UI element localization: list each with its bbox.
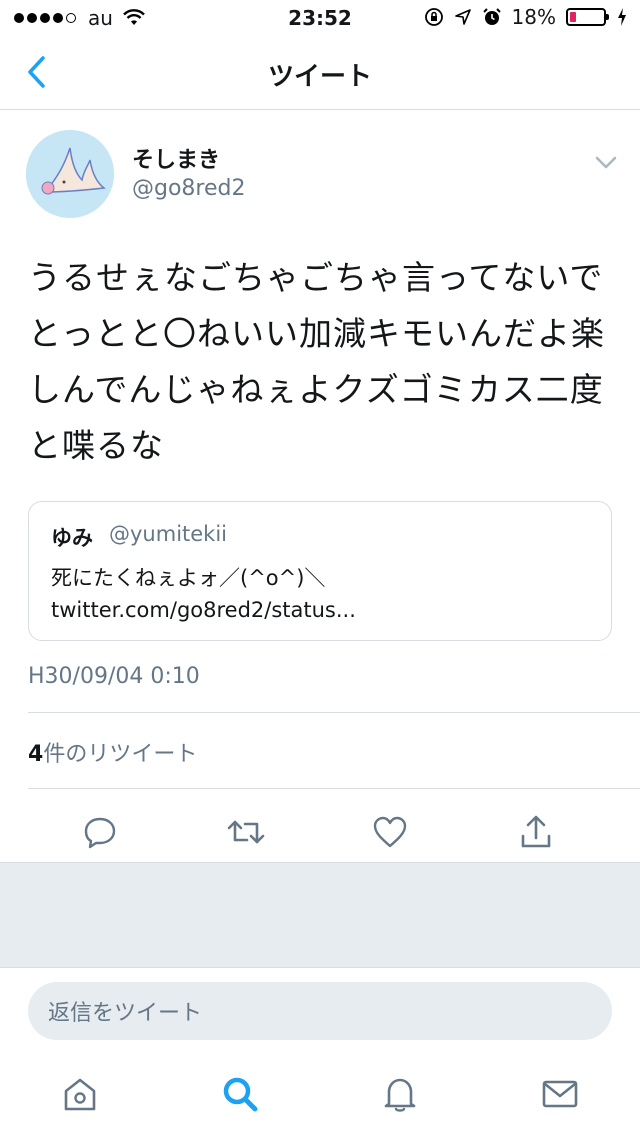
search-icon — [223, 1077, 258, 1112]
divider — [28, 788, 640, 789]
retweet-icon — [227, 820, 265, 844]
alarm-icon — [482, 8, 501, 25]
reply-placeholder: 返信をツイート — [48, 1001, 203, 1026]
reply-bar: 返信をツイート — [0, 968, 640, 1050]
tab-search[interactable] — [218, 1072, 262, 1116]
tab-messages[interactable] — [538, 1072, 582, 1116]
orientation-lock-icon — [424, 8, 443, 26]
heart-icon — [373, 816, 407, 848]
retweet-count-label: 件のリツイート — [43, 742, 198, 767]
quoted-tweet-card[interactable]: ゆみ @yumitekii 死にたくねぇよォ／(^o^)＼ twitter.co… — [28, 501, 612, 641]
tweet-timestamp: H30/09/04 0:10 — [28, 664, 200, 689]
content-spacer — [0, 862, 640, 968]
battery-percent: 18% — [511, 5, 556, 29]
share-icon — [521, 815, 551, 848]
home-icon — [64, 1078, 96, 1111]
tab-notifications[interactable] — [378, 1072, 422, 1116]
quoted-tweet-text: 死にたくねぇよォ／(^o^)＼ twitter.com/go8red2/stat… — [51, 566, 356, 622]
retweet-count[interactable]: 4件のリツイート — [28, 736, 197, 768]
tab-home[interactable] — [58, 1072, 102, 1116]
divider — [28, 712, 640, 713]
retweet-count-number: 4 — [28, 742, 44, 767]
tab-bar — [0, 1050, 640, 1138]
tweet-menu-button[interactable] — [592, 150, 620, 174]
messages-icon — [542, 1080, 578, 1108]
reply-icon — [84, 817, 116, 849]
share-button[interactable] — [514, 810, 558, 854]
reply-button[interactable] — [78, 810, 122, 854]
quoted-display-name: ゆみ — [51, 526, 93, 550]
location-icon — [454, 9, 471, 25]
charging-bolt-icon — [618, 8, 626, 26]
status-right: 18% — [424, 5, 628, 29]
user-handle[interactable]: @go8red2 — [132, 176, 245, 201]
display-name[interactable]: そしまき — [132, 142, 220, 174]
like-button[interactable] — [368, 810, 412, 854]
avatar-illustration — [26, 130, 114, 218]
tweet-actions — [0, 800, 640, 862]
chevron-down-icon — [595, 156, 617, 169]
retweet-button[interactable] — [224, 810, 268, 854]
navigation-bar: ツイート — [0, 36, 640, 110]
page-title: ツイート — [267, 62, 372, 92]
quoted-user-handle: @yumitekii — [109, 522, 228, 546]
battery-icon — [566, 8, 609, 26]
reply-input[interactable]: 返信をツイート — [28, 982, 612, 1040]
avatar[interactable] — [26, 130, 114, 218]
notifications-icon — [384, 1078, 416, 1112]
tweet-text: うるせぇなごちゃごちゃ言ってないでとっとと〇ねいい加減キモいんだよ楽しんでんじゃ… — [28, 258, 606, 465]
status-bar: au 23:52 18% — [0, 0, 640, 36]
battery-level-fill — [570, 12, 576, 22]
